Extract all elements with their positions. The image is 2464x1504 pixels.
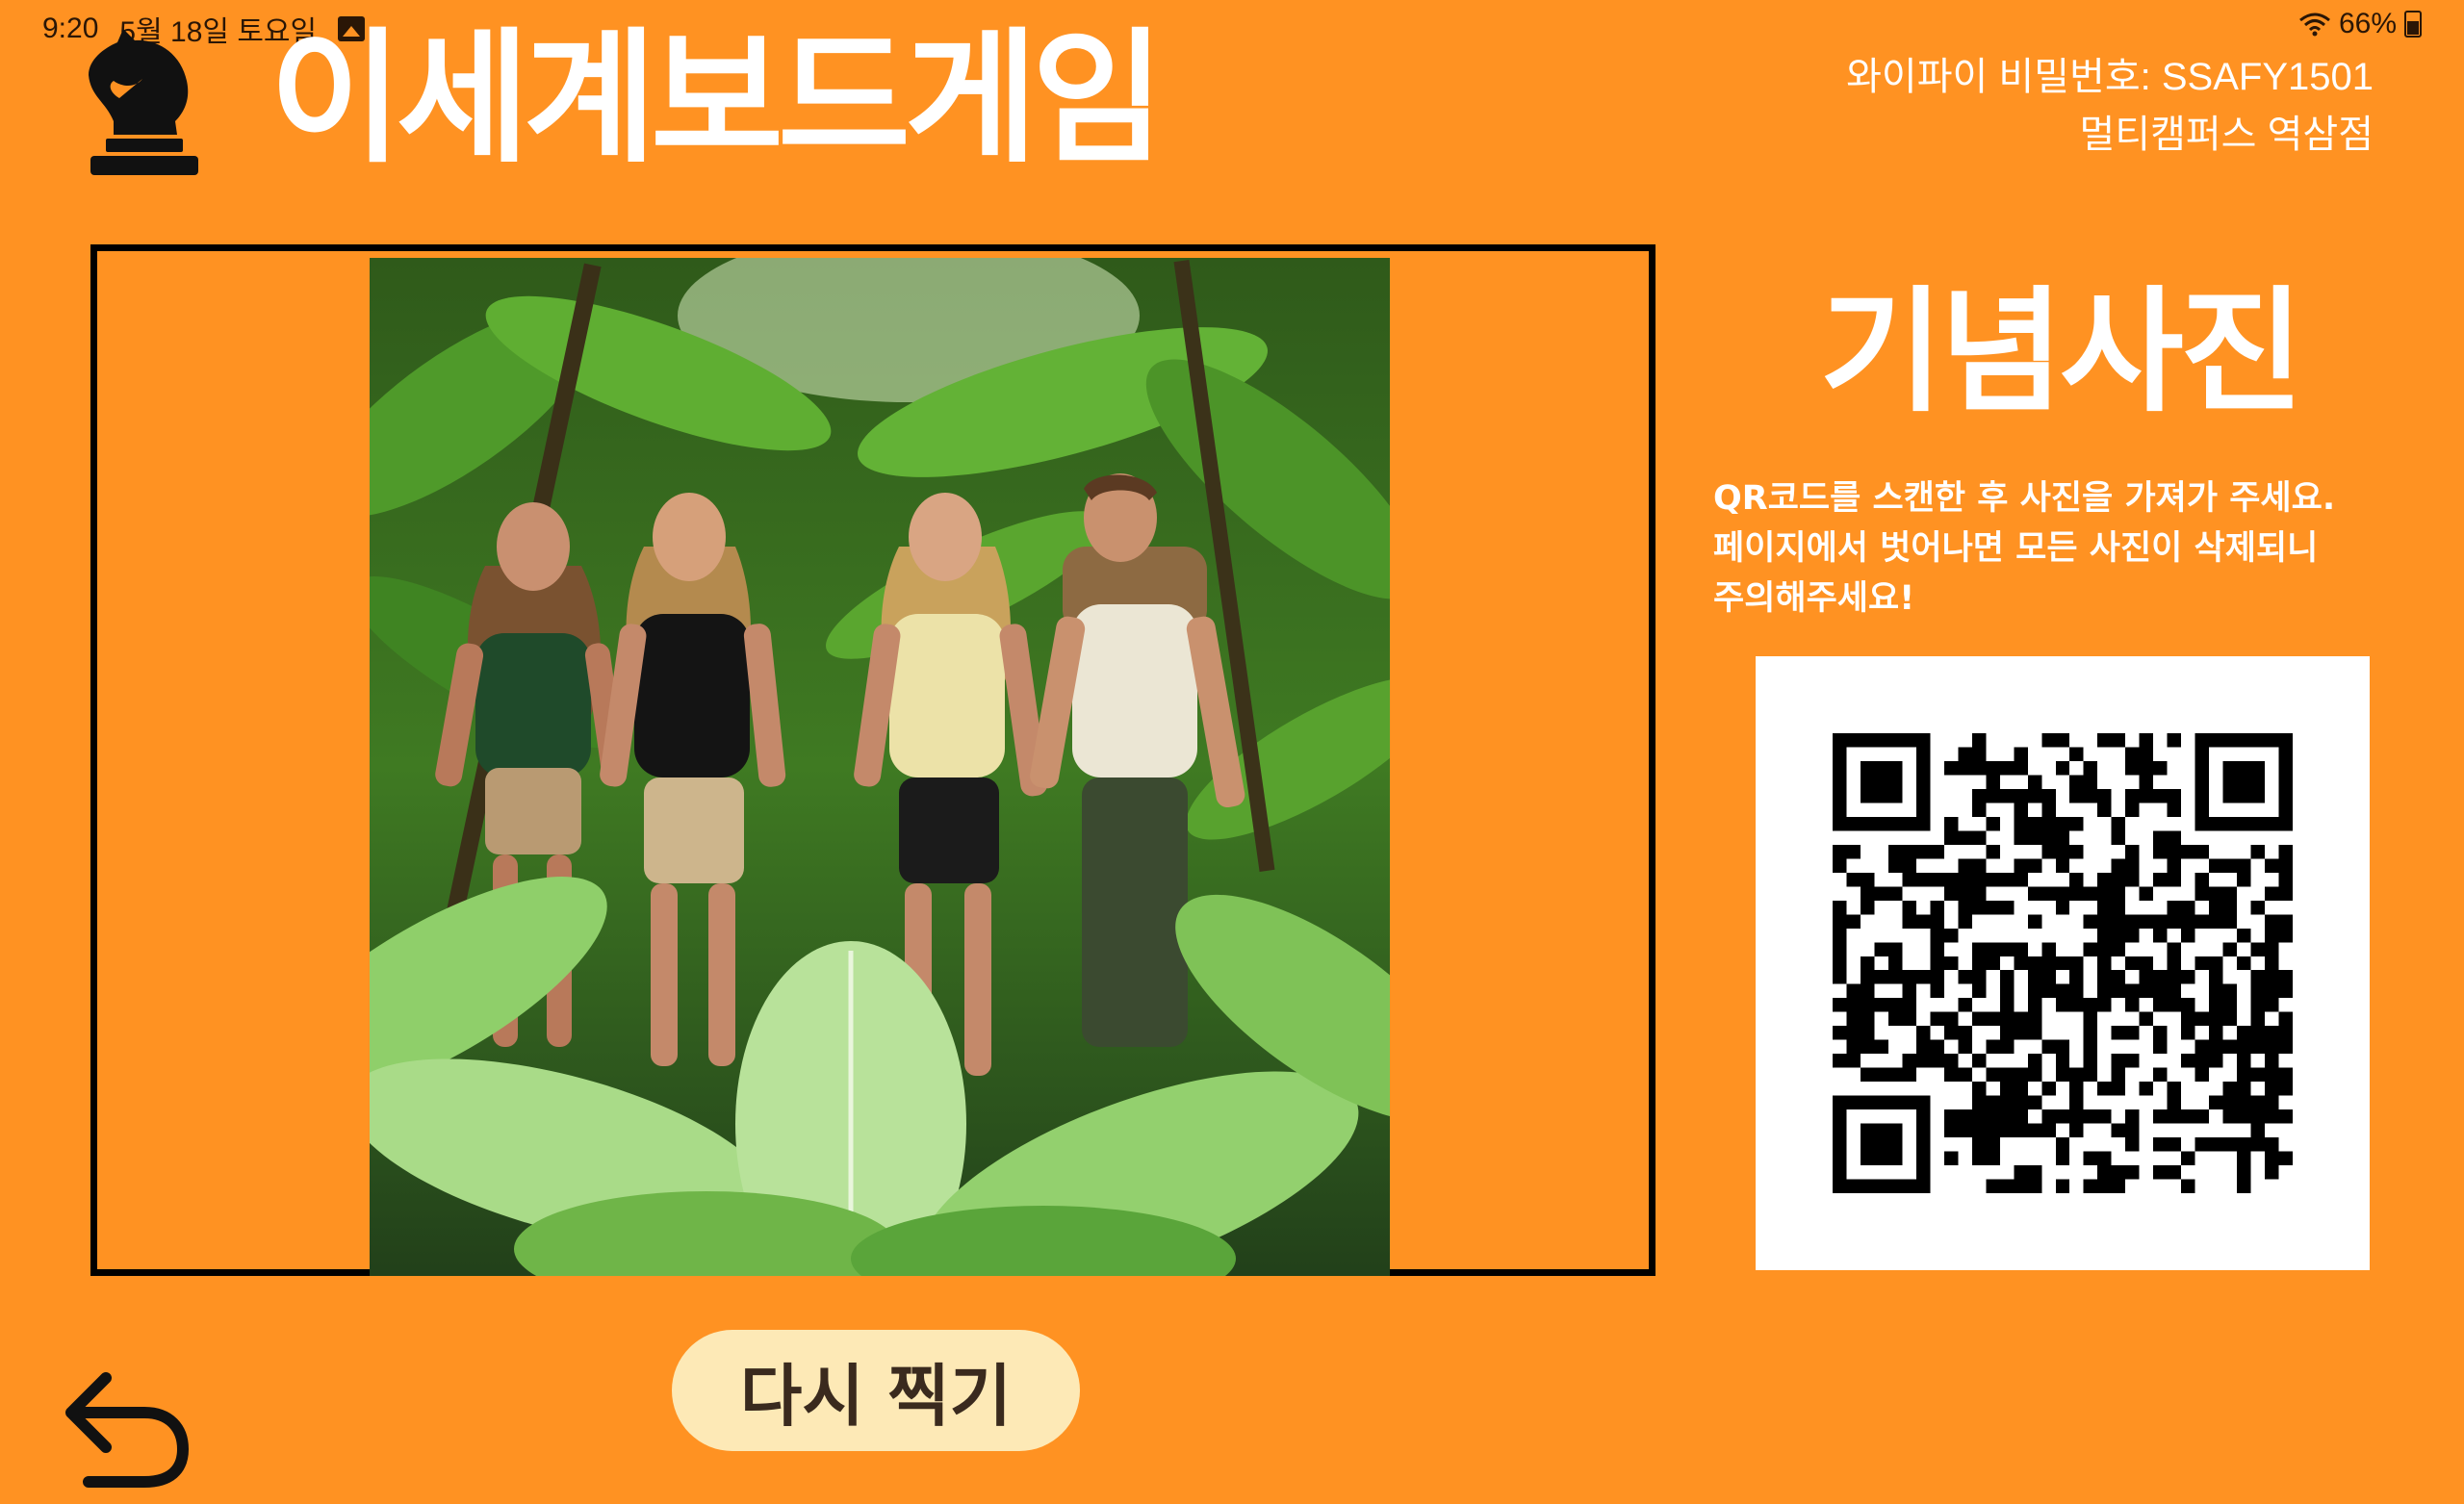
store-info: 와이파이 비밀번호: SSAFY1501 멀티캠퍼스 역삼점 [1846,48,2374,164]
instruction-line-3: 주의해주세요! [1713,579,1915,618]
qr-instructions: QR코드를 스캔한 후 사진을 가져가 주세요. 페이지에서 벗어나면 모든 사… [1713,473,2387,624]
back-button[interactable] [64,1368,198,1493]
battery-percent: 66% [2338,8,2397,39]
photo-frame [90,244,1656,1276]
back-arrow-icon [65,1372,189,1488]
wifi-icon [2299,13,2330,37]
retake-photo-button[interactable]: 다시 찍기 [672,1330,1080,1451]
memory-photo-title: 기념사진 [1819,274,2303,431]
captured-photo [370,258,1390,1276]
instruction-line-2: 페이지에서 벗어나면 모든 사진이 삭제되니 [1713,529,2319,568]
app-title: 이세계보드게임 [270,15,1165,183]
status-right: 66% [2298,8,2422,40]
wifi-password-text: 와이파이 비밀번호: SSAFY1501 [1846,56,2374,98]
instruction-line-1: QR코드를 스캔한 후 사진을 가져가 주세요. [1713,479,2336,518]
qr-code [1833,733,2293,1193]
battery-icon [2404,11,2422,38]
chess-knight-icon [85,29,204,179]
store-location-text: 멀티캠퍼스 역삼점 [2079,114,2374,156]
qr-code-panel [1756,656,2370,1270]
